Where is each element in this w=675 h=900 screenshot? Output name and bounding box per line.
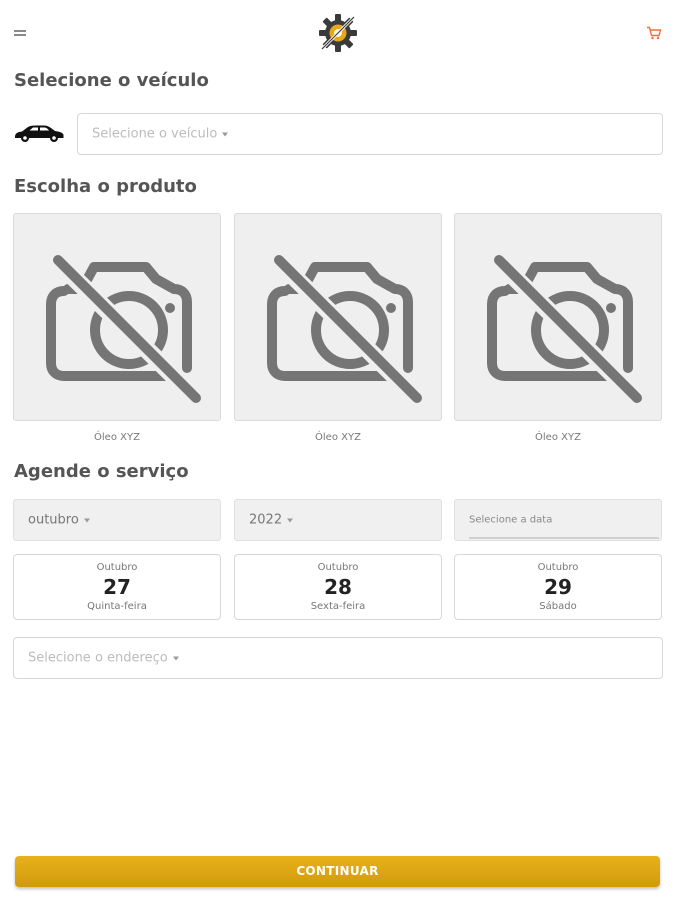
day-number: 28 [324, 575, 352, 599]
year-select[interactable]: 2022 [234, 499, 442, 541]
continue-button[interactable]: CONTINUAR [15, 856, 660, 887]
day-month: Outubro [317, 562, 359, 573]
product-label: Óleo XYZ [535, 432, 581, 443]
year-select-value: 2022 [249, 513, 294, 528]
vehicle-section-title: Selecione o veículo [14, 70, 209, 91]
day-weekday: Quinta-feira [87, 601, 147, 612]
day-card-27[interactable]: Outubro 27 Quinta-feira [13, 554, 221, 620]
vehicle-select[interactable]: Selecione o veículo [77, 113, 663, 155]
hamburger-menu-icon[interactable] [14, 30, 26, 37]
vehicle-select-placeholder: Selecione o veículo [92, 127, 229, 142]
shopping-cart-icon[interactable] [646, 26, 662, 40]
no-photo-camera-icon [46, 251, 203, 404]
products-section-title: Escolha o produto [14, 176, 197, 197]
day-month: Outubro [537, 562, 579, 573]
product-card-1[interactable] [13, 213, 221, 421]
day-number: 29 [544, 575, 572, 599]
product-card-2[interactable] [234, 213, 442, 421]
product-label: Óleo XYZ [94, 432, 140, 443]
product-card-3[interactable] [454, 213, 662, 421]
schedule-section-title: Agende o serviço [14, 461, 189, 482]
caret-down-icon [83, 518, 90, 522]
caret-down-icon [222, 132, 229, 136]
no-photo-camera-icon [267, 251, 424, 404]
no-photo-camera-icon [487, 251, 644, 404]
month-select[interactable]: outubro [13, 499, 221, 541]
day-number: 27 [103, 575, 131, 599]
car-icon [15, 125, 64, 142]
day-card-29[interactable]: Outubro 29 Sábado [454, 554, 662, 620]
day-month: Outubro [96, 562, 138, 573]
caret-down-icon [287, 518, 294, 522]
day-card-28[interactable]: Outubro 28 Sexta-feira [234, 554, 442, 620]
address-select[interactable]: Selecione o endereço [13, 637, 663, 679]
address-select-placeholder: Selecione o endereço [28, 651, 179, 666]
caret-down-icon [172, 656, 179, 660]
gear-logo-icon [319, 14, 357, 52]
day-weekday: Sábado [539, 601, 577, 612]
date-picker-placeholder: Selecione a data [469, 514, 553, 526]
date-field-underline [469, 537, 659, 539]
top-bar [0, 0, 675, 66]
date-picker-field[interactable]: Selecione a data [454, 499, 662, 541]
month-select-value: outubro [28, 513, 90, 528]
product-label: Óleo XYZ [315, 432, 361, 443]
day-weekday: Sexta-feira [310, 601, 366, 612]
